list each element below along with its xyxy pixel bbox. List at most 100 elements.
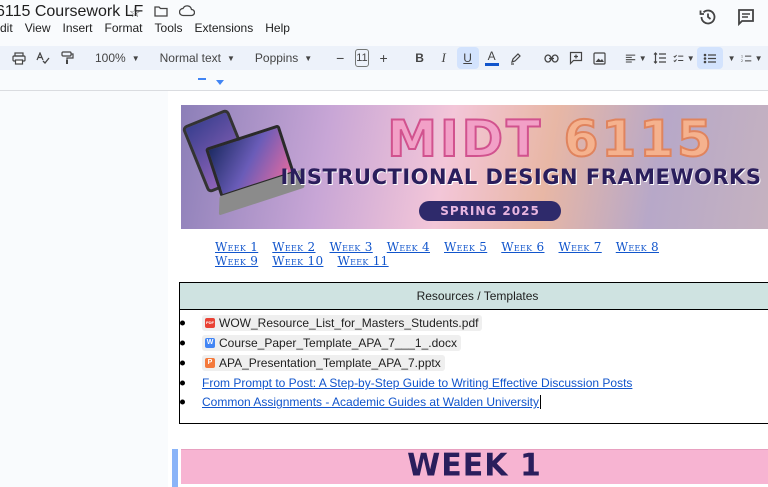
list-item: P APA_Presentation_Template_APA_7.pptx [180,355,445,371]
spellcheck-icon[interactable] [32,47,54,69]
text-color-label: A [487,48,496,63]
menu-format[interactable]: Format [99,21,149,35]
resources-table: Resources / Templates PDF WOW_Resource_L… [179,282,768,424]
week-link-4[interactable]: Week 4 [387,240,430,254]
bulleted-list-icon[interactable] [696,47,723,69]
week-link-2[interactable]: Week 2 [272,240,315,254]
menu-view[interactable]: View [19,21,57,35]
bullet [180,380,185,386]
print-icon[interactable] [8,47,30,69]
bullet [180,360,185,366]
chevron-down-icon: ▼ [226,53,235,63]
resources-table-header: Resources / Templates [180,283,768,310]
banner-title-left: MIDT [386,109,544,169]
font-select[interactable]: Poppins ▼ [251,51,316,65]
header-banner-image[interactable]: MIDT 6115 INSTRUCTIONAL DESIGN FRAMEWORK… [181,105,768,229]
align-icon[interactable]: ▼ [625,47,647,69]
selection-marker [172,449,178,487]
chevron-down-icon: ▼ [638,53,647,63]
week-link-11[interactable]: Week 11 [337,254,388,268]
svg-text:1: 1 [741,54,743,58]
decrease-font-size-button[interactable]: − [329,47,351,69]
version-history-icon[interactable] [698,7,718,27]
bullet [180,320,185,326]
bullet [180,399,185,405]
chevron-down-icon: ▼ [686,53,695,63]
underline-button[interactable]: U [456,47,479,69]
menu-edit[interactable]: dit [0,21,19,35]
file-chip-pptx[interactable]: P APA_Presentation_Template_APA_7.pptx [202,355,445,371]
banner-term-pill: SPRING 2025 [419,201,561,221]
common-assignments-link[interactable]: Common Assignments - Academic Guides at … [202,395,539,409]
week-link-6[interactable]: Week 6 [501,240,544,254]
list-item: PDF WOW_Resource_List_for_Masters_Studen… [180,315,483,331]
checklist-icon[interactable]: ▼ [673,47,695,69]
highlight-icon[interactable] [505,47,527,69]
line-spacing-icon[interactable] [649,47,671,69]
left-indent-handle[interactable] [216,80,224,85]
paragraph-style-select[interactable]: Normal text ▼ [156,51,239,65]
pdf-file-icon: PDF [205,318,215,328]
move-folder-icon[interactable] [152,5,170,21]
week-link-7[interactable]: Week 7 [559,240,602,254]
menu-tools[interactable]: Tools [149,21,189,35]
paint-format-icon[interactable] [56,47,78,69]
paragraph-style-value: Normal text [159,51,221,65]
top-right-actions [698,7,756,27]
file-name: WOW_Resource_List_for_Masters_Students.p… [219,316,479,330]
menu-help[interactable]: Help [259,21,296,35]
menu-extensions[interactable]: Extensions [189,21,260,35]
banner-title-right: 6115 [563,109,715,169]
bullet [180,340,185,346]
week-link-9[interactable]: Week 9 [215,254,258,268]
toolbar: 100% ▼ Normal text ▼ Poppins ▼ − 11 + B I U… [0,46,768,70]
text-cursor [540,395,542,409]
bold-button[interactable]: B [409,47,431,69]
document-title[interactable]: 6115 Coursework LF [0,3,143,21]
week-1-heading: WEEK 1 [407,447,542,484]
svg-text:2: 2 [741,59,743,63]
file-name: APA_Presentation_Template_APA_7.pptx [219,356,441,370]
list-item: W Course_Paper_Template_APA_7___1_.docx [180,335,461,351]
text-color-swatch [484,62,499,66]
list-item: Common Assignments - Academic Guides at … [180,395,542,409]
zoom-value: 100% [95,51,126,65]
star-icon[interactable]: ☆ [126,5,144,21]
powerpoint-file-icon: P [205,358,215,368]
chevron-down-icon[interactable]: ▼ [728,54,736,63]
zoom-select[interactable]: 100% ▼ [91,51,144,65]
first-line-indent-handle[interactable] [198,78,206,80]
title-icons: ☆ [126,5,196,21]
week-link-5[interactable]: Week 5 [444,240,487,254]
numbered-list-icon[interactable]: 1 2 ▼ [741,47,763,69]
file-chip-pdf[interactable]: PDF WOW_Resource_List_for_Masters_Studen… [202,315,483,331]
cloud-status-icon[interactable] [178,5,196,21]
chevron-down-icon: ▼ [304,53,313,63]
add-comment-icon[interactable] [565,47,587,69]
insert-link-icon[interactable] [541,47,563,69]
week-link-3[interactable]: Week 3 [330,240,373,254]
increase-font-size-button[interactable]: + [373,47,395,69]
banner-title: MIDT 6115 [331,107,768,171]
insert-image-icon[interactable] [589,47,611,69]
week-links: Week 1 Week 2 Week 3 Week 4 Week 5 Week 6 Week… [215,240,695,268]
ruler[interactable] [0,74,768,90]
font-value: Poppins [254,51,299,65]
list-item: From Prompt to Post: A Step-by-Step Guid… [180,376,632,390]
banner-subtitle: INSTRUCTIONAL DESIGN FRAMEWORKS [280,165,762,189]
comments-icon[interactable] [736,7,756,27]
text-color-button[interactable]: A [481,47,503,69]
font-size-input[interactable]: 11 [355,49,369,67]
menu-insert[interactable]: Insert [56,21,98,35]
chevron-down-icon: ▼ [754,53,763,63]
word-file-icon: W [205,338,215,348]
week-link-1[interactable]: Week 1 [215,240,258,254]
italic-button[interactable]: I [433,47,455,69]
file-name: Course_Paper_Template_APA_7___1_.docx [219,336,457,350]
week-link-8[interactable]: Week 8 [616,240,659,254]
title-bar: 6115 Coursework LF ☆ dit View Insert For… [0,0,768,40]
file-chip-docx[interactable]: W Course_Paper_Template_APA_7___1_.docx [202,335,461,351]
menu-bar: dit View Insert Format Tools Extensions … [0,21,296,35]
discussion-guide-link[interactable]: From Prompt to Post: A Step-by-Step Guid… [202,376,632,390]
week-link-10[interactable]: Week 10 [272,254,323,268]
